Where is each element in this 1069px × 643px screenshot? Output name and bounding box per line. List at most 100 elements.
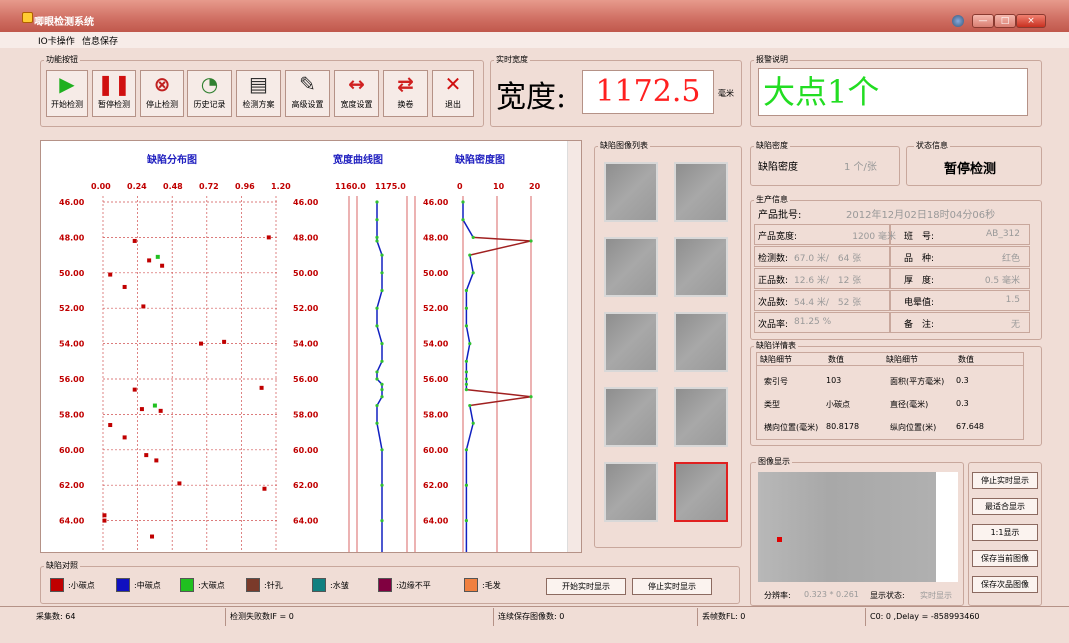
status-capture: 采集数: 64: [36, 608, 226, 626]
density-point: [529, 239, 533, 243]
image-button-3[interactable]: 保存当前图像: [972, 550, 1038, 567]
toolbar-button-7[interactable]: ⇄ 换卷: [383, 70, 428, 117]
density-point: [464, 519, 468, 523]
toolbar-button-0[interactable]: ▶ 开始检测: [46, 70, 88, 117]
defect-point: [108, 423, 113, 428]
toolbar-button-4[interactable]: ▤ 检测方案: [236, 70, 281, 117]
defect-point: [132, 387, 137, 392]
detail-cell: 直径(毫米): [890, 400, 929, 409]
menu-io-card[interactable]: IO卡操作: [38, 34, 75, 47]
menu-info-save[interactable]: 信息保存: [82, 34, 118, 47]
production-value: 67.0 米/ 64 张: [794, 254, 862, 264]
density-point: [471, 271, 475, 275]
width-point: [375, 421, 379, 425]
density-tick-label: 0: [457, 182, 463, 191]
density-segment: [465, 423, 474, 450]
defect-thumbnail[interactable]: [604, 312, 658, 372]
width-point: [375, 370, 379, 374]
width-point: [380, 359, 384, 363]
toolbar-button-3[interactable]: ◔ 历史记录: [187, 70, 232, 117]
resolution-value: 0.323 * 0.261: [804, 590, 859, 599]
density-point: [468, 342, 472, 346]
width-point: [380, 388, 384, 392]
image-button-1[interactable]: 最适合显示: [972, 498, 1038, 515]
start-live-button[interactable]: 开始实时显示: [546, 578, 626, 595]
toolbar-button-8[interactable]: ✕ 退出: [432, 70, 474, 117]
density-point: [464, 448, 468, 452]
toolbar-button-5[interactable]: ✎ 高级设置: [285, 70, 330, 117]
legend-swatch: [378, 578, 392, 592]
image-button-4[interactable]: 保存次品图像: [972, 576, 1038, 593]
defect-thumbnail[interactable]: [604, 462, 658, 522]
density-point: [471, 235, 475, 239]
density-point: [464, 306, 468, 310]
density-point: [529, 395, 533, 399]
display-state-value: 实时显示: [920, 591, 952, 600]
density-point: [464, 483, 468, 487]
dist-tick-label: 0.48: [163, 182, 183, 191]
width-point: [375, 200, 379, 204]
status-saved: 连续保存图像数: 0: [498, 608, 698, 626]
swap-icon: ⇄: [397, 72, 414, 96]
production-label: 厚 度:: [904, 276, 935, 286]
y-label-width: 62.00: [293, 481, 319, 490]
maximize-button[interactable]: □: [994, 14, 1016, 28]
production-value: 12.6 米/ 12 张: [794, 276, 862, 286]
image-button-2[interactable]: 1:1显示: [972, 524, 1038, 541]
defect-thumbnail[interactable]: [674, 237, 728, 297]
production-value: 1200 毫米: [852, 232, 896, 242]
globe-icon[interactable]: [952, 15, 964, 27]
stop-live-button[interactable]: 停止实时显示: [632, 578, 712, 595]
defect-point: [155, 254, 160, 259]
width-point: [380, 519, 384, 523]
width-point: [380, 395, 384, 399]
image-button-0[interactable]: 停止实时显示: [972, 472, 1038, 489]
minimize-button[interactable]: —: [972, 14, 994, 28]
toolbar-button-1[interactable]: ❚❚ 暂停检测: [92, 70, 136, 117]
density-segment: [465, 325, 471, 344]
density-segment: [473, 236, 532, 242]
toolbar-button-label: 暂停检测: [98, 100, 130, 109]
defect-thumbnail[interactable]: [604, 237, 658, 297]
defect-thumbnail[interactable]: [674, 312, 728, 372]
width-point: [380, 271, 384, 275]
defect-thumbnail[interactable]: [604, 387, 658, 447]
defect-point: [154, 458, 159, 463]
detail-cell: 80.8178: [826, 422, 860, 431]
production-label: 正品数:: [758, 276, 789, 286]
y-label-density: 58.00: [423, 410, 449, 419]
legend-label: :水皱: [330, 581, 349, 590]
defect-thumbnail[interactable]: [674, 162, 728, 222]
detail-header: 缺陷细节: [886, 355, 918, 364]
chart-scrollbar[interactable]: [567, 141, 581, 552]
y-label-dist: 64.00: [59, 517, 85, 526]
production-value: AB_312: [985, 229, 1020, 239]
status-delay: C0: 0 ,Delay = -858993460: [870, 612, 980, 621]
state-group-label: 状态信息: [914, 140, 950, 151]
defect-point: [102, 513, 107, 518]
detail-header: 数值: [958, 355, 974, 364]
defect-point: [144, 453, 149, 458]
close-button[interactable]: ×: [1016, 14, 1046, 28]
density-segment: [465, 272, 474, 291]
width-tick-label: 1175.0: [375, 182, 406, 191]
toolbar-button-6[interactable]: ↔ 宽度设置: [334, 70, 379, 117]
defect-point: [222, 339, 227, 344]
y-label-dist: 60.00: [59, 446, 85, 455]
chart-title-distribution: 缺陷分布图: [146, 153, 197, 166]
defect-thumbnail[interactable]: [674, 462, 728, 522]
detail-cell: 面积(平方毫米): [890, 377, 945, 386]
toolbar-button-2[interactable]: ⊗ 停止检测: [140, 70, 184, 117]
defect-point: [152, 403, 157, 408]
defect-thumbnail[interactable]: [674, 387, 728, 447]
density-value: 1 个/张: [844, 162, 877, 173]
toolbar-button-label: 高级设置: [291, 100, 324, 109]
resolution-label: 分辨率:: [764, 591, 791, 600]
dist-tick-label: 1.20: [271, 182, 291, 191]
detail-group-label: 缺陷详情表: [754, 340, 798, 351]
defect-thumbnail[interactable]: [604, 162, 658, 222]
production-value: 54.4 米/ 52 张: [794, 298, 862, 308]
y-label-width: 58.00: [293, 410, 319, 419]
detail-header-divider: [756, 365, 1024, 366]
density-segment: [469, 395, 532, 407]
